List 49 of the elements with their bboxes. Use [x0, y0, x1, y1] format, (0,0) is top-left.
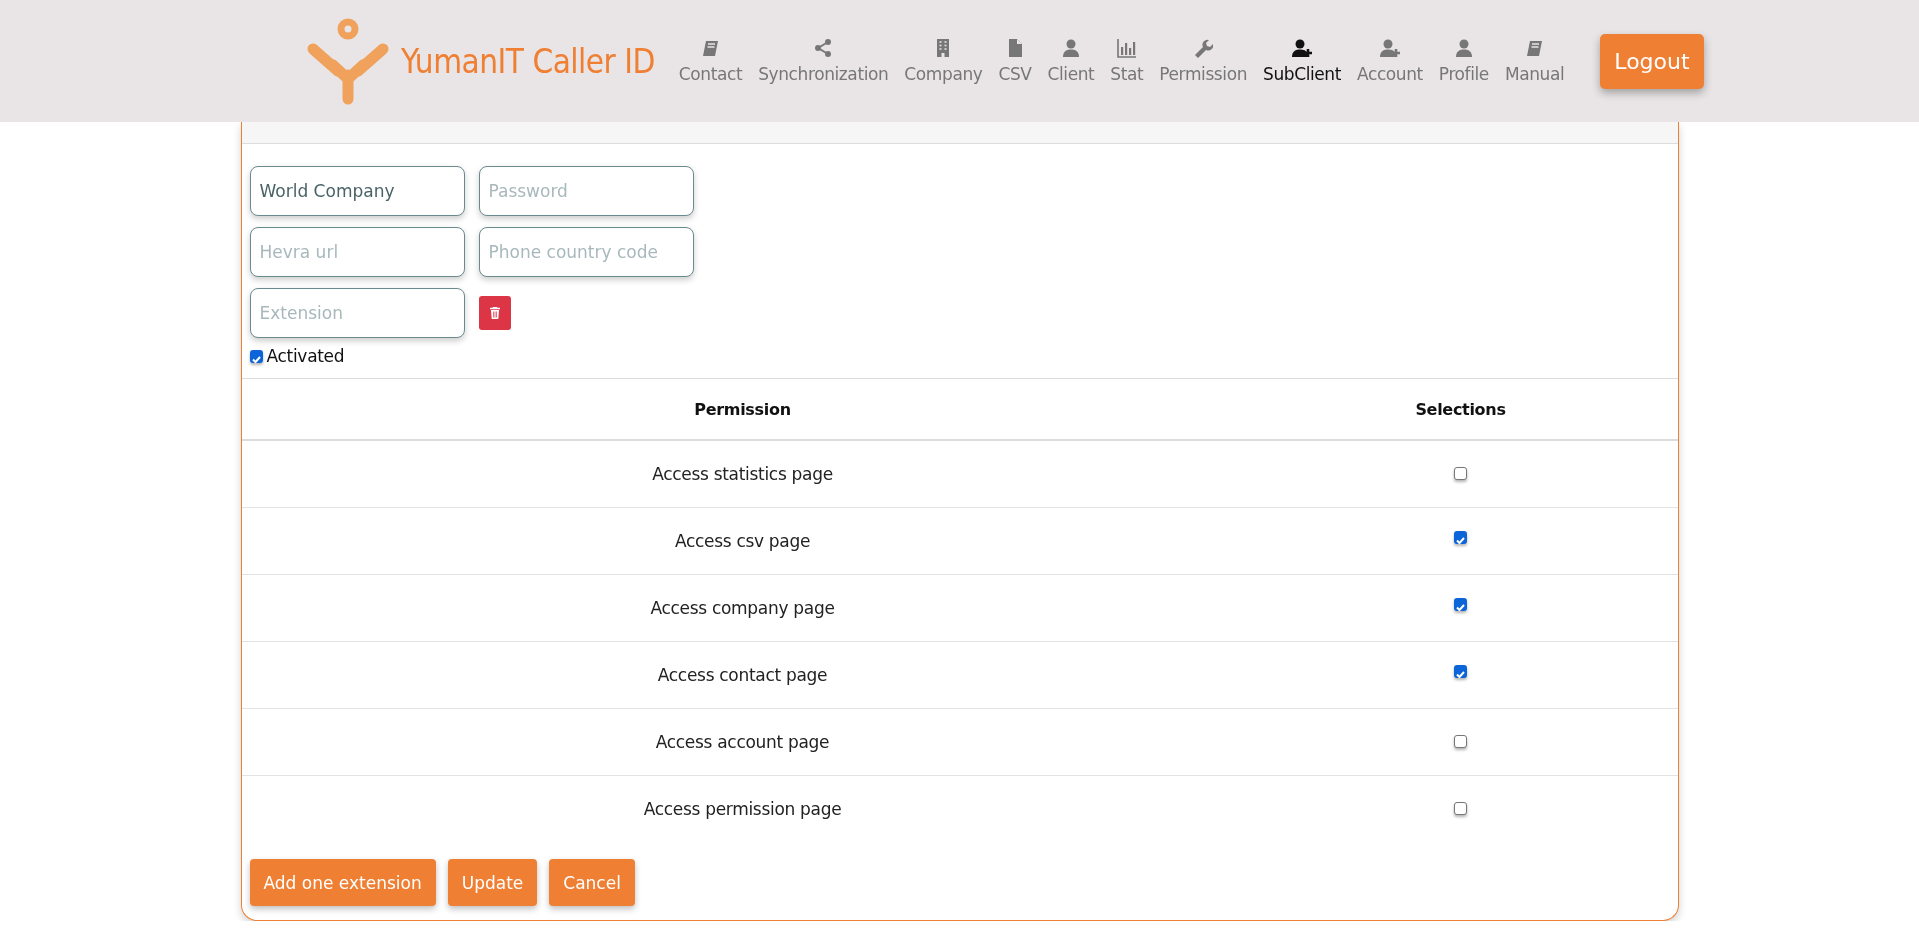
permission-cell: Access company page — [241, 574, 1244, 642]
action-button[interactable]: Add one extension — [249, 859, 436, 906]
delete-button[interactable] — [478, 296, 511, 330]
nav-link[interactable]: Synchronization — [758, 38, 889, 84]
nav-link[interactable]: Account — [1357, 38, 1423, 84]
action-button[interactable]: Update — [447, 859, 538, 906]
trash-icon — [489, 307, 500, 319]
text-field[interactable]: Password — [478, 166, 694, 216]
share-icon — [813, 38, 834, 58]
nav-link[interactable]: Profile — [1438, 38, 1489, 84]
nav-link[interactable]: Stat — [1110, 38, 1144, 84]
permission-cell: Access permission page — [241, 775, 1244, 842]
permission-cell: Access account page — [241, 708, 1244, 776]
checkbox[interactable] — [1454, 665, 1467, 678]
checkbox-label: Activated — [266, 346, 345, 366]
nav-link[interactable]: CSV — [998, 38, 1032, 84]
checkbox[interactable] — [1454, 598, 1467, 611]
checkbox[interactable] — [1454, 802, 1467, 815]
logo-text: YumanIT Caller ID — [401, 41, 655, 81]
text-field[interactable]: Hevra url — [249, 227, 465, 277]
permission-cell: Access csv page — [241, 507, 1244, 575]
nav-link[interactable]: SubClient — [1263, 38, 1341, 84]
text-field[interactable]: Phone country code — [478, 227, 694, 277]
nav-link[interactable]: Client — [1047, 38, 1095, 84]
logo-icon — [305, 17, 391, 105]
checkbox[interactable] — [1454, 467, 1467, 480]
wrench-icon — [1193, 38, 1214, 58]
logout-button[interactable]: Logout — [1600, 33, 1704, 89]
text-field[interactable]: Extension — [249, 288, 465, 338]
user-plus-icon — [1292, 38, 1312, 58]
permission-cell: Access contact page — [241, 641, 1244, 709]
book-icon — [700, 38, 721, 58]
column-header: Permission — [241, 378, 1244, 440]
nav-link[interactable]: Permission — [1159, 38, 1247, 84]
user-icon — [1453, 38, 1474, 58]
bar-chart-icon — [1116, 38, 1137, 58]
book-icon — [1524, 38, 1545, 58]
checkbox[interactable] — [1454, 735, 1467, 748]
nav-link[interactable]: Contact — [678, 38, 743, 84]
user-plus-icon — [1379, 38, 1400, 58]
text-field[interactable]: World Company — [249, 166, 465, 216]
nav-link[interactable]: Manual — [1504, 38, 1565, 84]
checkbox[interactable] — [249, 349, 263, 363]
nav-link[interactable]: Company — [904, 38, 983, 84]
permission-cell: Access statistics page — [241, 440, 1244, 508]
column-header: Selections — [1243, 378, 1678, 440]
action-button[interactable]: Cancel — [549, 859, 635, 906]
checkbox[interactable] — [1454, 531, 1467, 544]
user-icon — [1060, 38, 1081, 58]
